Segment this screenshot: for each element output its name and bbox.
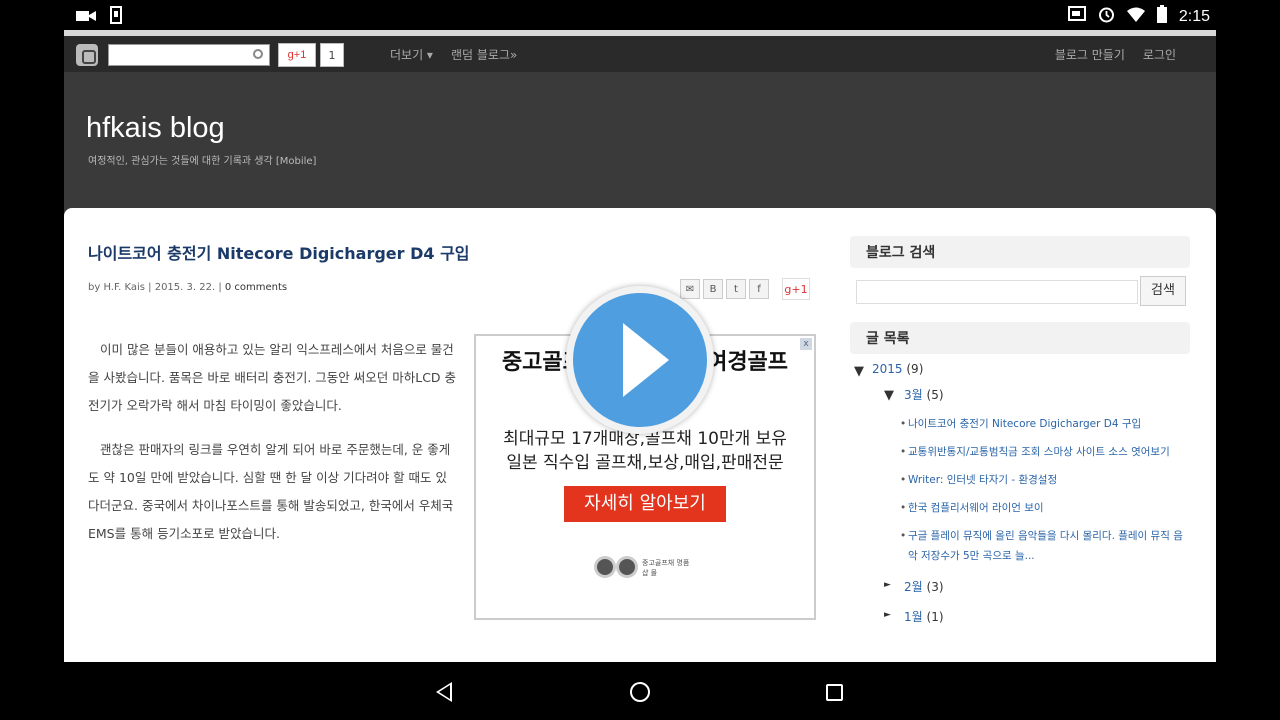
blogger-navbar: g+1 1 더보기 ▾ 랜덤 블로그» 블로그 만들기 로그인 [64, 30, 1216, 72]
ad-logo-eye-icon [594, 556, 616, 578]
sidebar-search-button[interactable]: 검색 [1140, 276, 1186, 306]
blogger-logo-icon[interactable] [76, 44, 98, 66]
post-paragraph: 이미 많은 분들이 애용하고 있는 알리 익스프레스에서 처음으로 물건을 사봤… [88, 342, 457, 413]
battery-icon [1156, 5, 1167, 28]
archive-post-list: 나이트코어 충전기 Nitecore Digicharger D4 구입 교통위… [850, 414, 1190, 566]
ad-line-2[interactable]: 일본 직수입 골프채,보상,매입,판매전문 [476, 448, 814, 473]
archive-post-link[interactable]: 나이트코어 충전기 Nitecore Digicharger D4 구입 [900, 414, 1190, 434]
blog-description: 여정적인, 관심가는 것들에 대한 기록과 생각 [Mobile] [88, 156, 317, 167]
nav-random-blog-link[interactable]: 랜덤 블로그» [451, 46, 517, 63]
status-bar: 2:15 [0, 0, 1280, 30]
login-link[interactable]: 로그인 [1143, 46, 1176, 63]
ad-logo: 중고골프채 명품샵 몰 [594, 550, 694, 594]
twitter-icon[interactable]: t [726, 279, 746, 299]
triangle-right-icon[interactable]: ► [884, 580, 891, 590]
android-nav-bar [0, 662, 1280, 720]
archive-month[interactable]: ► 2월 (3) [850, 578, 1190, 598]
sidebar: 블로그 검색 검색 글 목록 ▼ 2015 (9) ▼ 3월 (5) 나이트코어 [850, 236, 1190, 628]
archive-month-link[interactable]: 3월 [904, 388, 923, 402]
recent-apps-icon[interactable] [826, 684, 843, 701]
post-date[interactable]: 2015. 3. 22. [155, 282, 215, 293]
cast-icon [1067, 6, 1086, 27]
search-icon[interactable] [253, 49, 263, 59]
triangle-down-icon[interactable]: ▼ [854, 364, 864, 379]
ad-logo-text: 중고골프채 명품샵 몰 [642, 559, 690, 577]
share-buttons: ✉ B t f g+1 [680, 278, 810, 300]
sidebar-search-input[interactable] [856, 280, 1138, 304]
archive-month-count: (3) [926, 580, 944, 594]
post-paragraph: 괜찮은 판매자의 링크를 우연히 알게 되어 바로 주문했는데, 운 좋게도 약… [88, 442, 454, 541]
sidebar-search: 검색 [850, 268, 1190, 322]
home-icon[interactable] [630, 682, 650, 702]
ad-cta-button[interactable]: 자세히 알아보기 [564, 486, 726, 522]
post-meta: by H.F. Kais | 2015. 3. 22. | 0 comments [88, 282, 288, 293]
archive-year-link[interactable]: 2015 [872, 362, 903, 376]
nav-more-link[interactable]: 더보기 ▾ [390, 46, 433, 63]
main-content: 나이트코어 충전기 Nitecore Digicharger D4 구입 by … [64, 208, 1216, 662]
archive-month-open[interactable]: ▼ 3월 (5) [850, 386, 1190, 406]
back-icon[interactable] [436, 682, 452, 702]
alarm-icon [1098, 6, 1115, 28]
screen-icon [110, 6, 122, 28]
gplus-button[interactable]: g+1 [278, 43, 316, 67]
navbar-search-input[interactable] [108, 44, 270, 66]
archive-month[interactable]: ► 1월 (1) [850, 608, 1190, 628]
search-widget-heading: 블로그 검색 [850, 236, 1190, 268]
blogthis-icon[interactable]: B [703, 279, 723, 299]
archive-post-link[interactable]: 한국 컴플리서웨어 라이언 보이 [900, 498, 1190, 518]
triangle-right-icon[interactable]: ► [884, 610, 891, 620]
gplus-count: 1 [320, 43, 344, 67]
post-comments-link[interactable]: 0 comments [225, 282, 287, 293]
clock: 2:15 [1178, 7, 1210, 25]
post-title[interactable]: 나이트코어 충전기 Nitecore Digicharger D4 구입 [88, 240, 470, 264]
archive-year[interactable]: ▼ 2015 (9) [850, 362, 1190, 382]
blog-header: hfkais blog 여정적인, 관심가는 것들에 대한 기록과 생각 [Mo… [64, 72, 1216, 208]
blog-archive: ▼ 2015 (9) ▼ 3월 (5) 나이트코어 충전기 Nitecore D… [850, 362, 1190, 628]
wifi-icon [1126, 7, 1145, 27]
archive-post-link[interactable]: 교통위반통지/교통범칙금 조회 스마상 사이트 소스 엿어보기 [900, 442, 1190, 462]
triangle-down-icon[interactable]: ▼ [884, 388, 894, 403]
facebook-icon[interactable]: f [749, 279, 769, 299]
ad-logo-eye-icon [616, 556, 638, 578]
video-icon [76, 8, 96, 27]
archive-month-link[interactable]: 2월 [904, 580, 923, 594]
share-gplus-button[interactable]: g+1 [782, 278, 810, 300]
archive-month-count: (1) [926, 610, 944, 624]
play-button-icon[interactable] [566, 286, 714, 434]
archive-month-count: (5) [926, 388, 944, 402]
post-body: 이미 많은 분들이 애용하고 있는 알리 익스프레스에서 처음으로 물건을 사봤… [88, 336, 458, 564]
archive-year-count: (9) [906, 362, 924, 376]
post-author[interactable]: by H.F. Kais [88, 282, 145, 293]
archive-post-link[interactable]: Writer: 인터넷 타자기 - 환경설정 [900, 470, 1190, 490]
archive-month-link[interactable]: 1월 [904, 610, 923, 624]
create-blog-link[interactable]: 블로그 만들기 [1055, 46, 1125, 63]
email-icon[interactable]: ✉ [680, 279, 700, 299]
archive-post-link[interactable]: 구글 플레이 뮤직에 올린 음악들을 다시 몰리다. 플레이 뮤직 음악 저장수… [900, 526, 1190, 566]
blog-title[interactable]: hfkais blog [86, 112, 225, 145]
archive-heading: 글 목록 [850, 322, 1190, 354]
